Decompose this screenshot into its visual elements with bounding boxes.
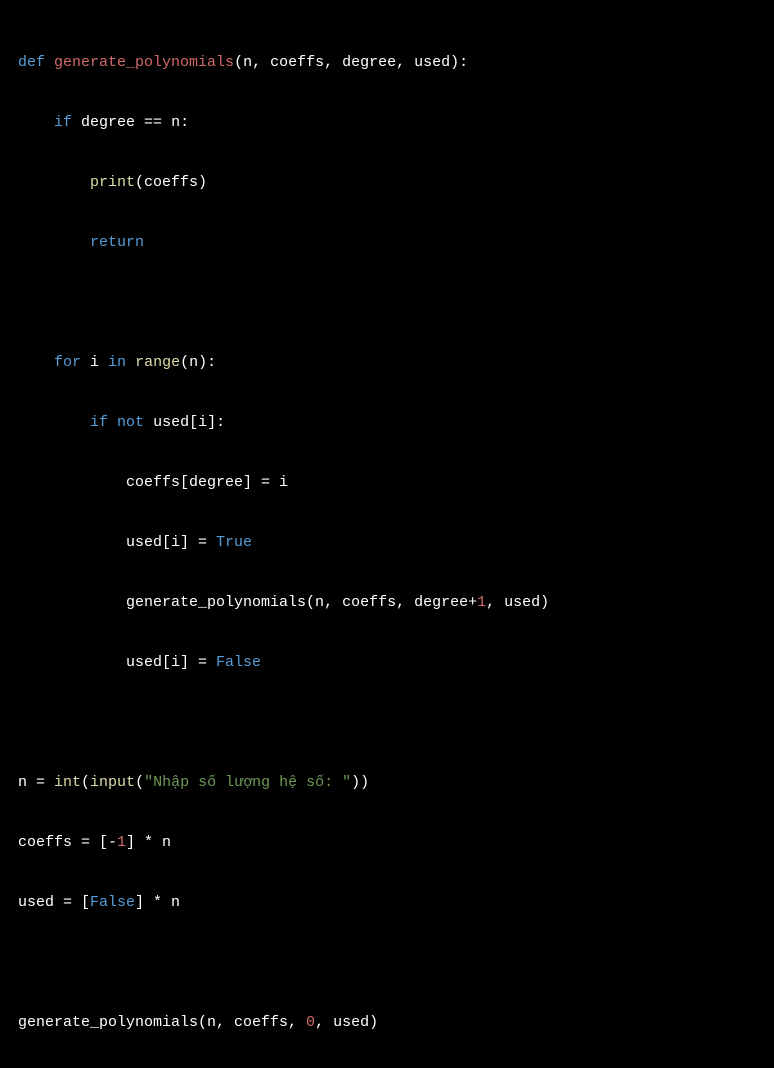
blank-line	[18, 948, 756, 978]
code-line-6: if not used[i]:	[18, 408, 756, 438]
keyword-in: in	[108, 354, 126, 371]
keyword-if: if	[90, 414, 108, 431]
code-line-2: if degree == n:	[18, 108, 756, 138]
builtin-input: input	[90, 774, 135, 791]
code-line-9: generate_polynomials(n, coeffs, degree+1…	[18, 588, 756, 618]
code-line-12: coeffs = [-1] * n	[18, 828, 756, 858]
code-line-11: n = int(input("Nhập số lượng hệ số: "))	[18, 768, 756, 798]
code-line-14: generate_polynomials(n, coeffs, 0, used)	[18, 1008, 756, 1038]
keyword-return: return	[90, 234, 144, 251]
keyword-not: not	[117, 414, 144, 431]
code-line-8: used[i] = True	[18, 528, 756, 558]
code-block: def generate_polynomials(n, coeffs, degr…	[18, 18, 756, 1068]
bool-false: False	[90, 894, 135, 911]
function-name: generate_polynomials	[54, 54, 234, 71]
blank-line	[18, 708, 756, 738]
code-line-1: def generate_polynomials(n, coeffs, degr…	[18, 48, 756, 78]
keyword-if: if	[54, 114, 72, 131]
builtin-int: int	[54, 774, 81, 791]
keyword-def: def	[18, 54, 45, 71]
number-one: 1	[477, 594, 486, 611]
string-literal: "Nhập số lượng hệ số: "	[144, 774, 351, 791]
code-line-4: return	[18, 228, 756, 258]
code-line-7: coeffs[degree] = i	[18, 468, 756, 498]
code-line-5: for i in range(n):	[18, 348, 756, 378]
number-zero: 0	[306, 1014, 315, 1031]
params: (n, coeffs, degree, used):	[234, 54, 468, 71]
bool-true: True	[216, 534, 252, 551]
code-line-13: used = [False] * n	[18, 888, 756, 918]
blank-line	[18, 288, 756, 318]
code-line-10: used[i] = False	[18, 648, 756, 678]
bool-false: False	[216, 654, 261, 671]
number-one: 1	[117, 834, 126, 851]
keyword-for: for	[54, 354, 81, 371]
code-line-3: print(coeffs)	[18, 168, 756, 198]
builtin-range: range	[135, 354, 180, 371]
builtin-print: print	[90, 174, 135, 191]
